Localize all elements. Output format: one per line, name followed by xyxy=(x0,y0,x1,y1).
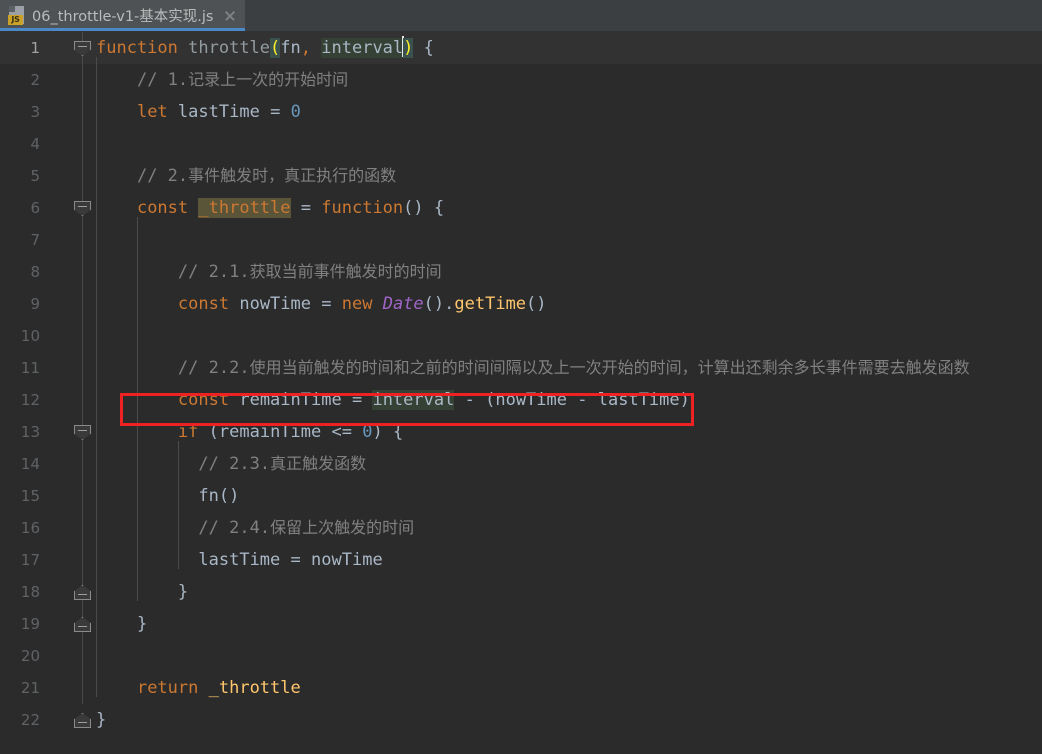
line-number: 2 xyxy=(30,71,40,89)
line-number: 16 xyxy=(20,519,40,537)
code-text-line-12: const remainTime = interval - (nowTime -… xyxy=(96,377,690,416)
gutter-guide xyxy=(82,224,83,256)
fold-marker-end-icon[interactable] xyxy=(74,585,91,600)
line-number: 3 xyxy=(30,103,40,121)
code-text-line-5: // 2.事件触发时，真正执行的函数 xyxy=(96,153,396,192)
code-line-8[interactable]: 8 // 2.1.获取当前事件触发时的时间 xyxy=(0,249,1042,288)
gutter-guide xyxy=(82,128,83,160)
gutter-guide xyxy=(82,96,83,128)
line-number: 12 xyxy=(20,391,40,409)
code-line-2[interactable]: 2 // 1.记录上一次的开始时间 xyxy=(0,57,1042,96)
code-line-13[interactable]: 13 if (remainTime <= 0) { xyxy=(0,409,1042,448)
code-text-line-19: } xyxy=(96,601,147,640)
gutter-guide xyxy=(82,512,83,544)
code-text-line-16: // 2.4.保留上次触发的时间 xyxy=(96,505,414,544)
code-line-5[interactable]: 5 // 2.事件触发时，真正执行的函数 xyxy=(0,153,1042,192)
code-text-line-3: let lastTime = 0 xyxy=(96,89,301,128)
gutter-guide xyxy=(82,64,83,96)
code-text-line-22: } xyxy=(96,710,107,730)
editor-tab-bar: JS 06_throttle-v1-基本实现.js xyxy=(0,0,1042,32)
code-line-17[interactable]: 17 lastTime = nowTime xyxy=(0,537,1042,576)
code-line-20[interactable]: 20 xyxy=(0,633,1042,672)
code-line-18[interactable]: 18 } xyxy=(0,569,1042,608)
gutter-guide xyxy=(82,448,83,480)
gutter-guide xyxy=(82,480,83,512)
code-line-15[interactable]: 15 fn() xyxy=(0,473,1042,512)
code-line-12[interactable]: 12 const remainTime = interval - (nowTim… xyxy=(0,377,1042,416)
code-text-line-8: // 2.1.获取当前事件触发时的时间 xyxy=(96,249,442,288)
line-number: 17 xyxy=(20,551,40,569)
line-number: 14 xyxy=(20,455,40,473)
gutter-guide xyxy=(82,544,83,576)
code-line-7[interactable]: 7 xyxy=(0,217,1042,256)
line-number: 21 xyxy=(20,679,40,697)
line-number: 18 xyxy=(20,583,40,601)
code-text-line-20 xyxy=(96,633,137,672)
code-line-6[interactable]: 6 const _throttle = function() { xyxy=(0,185,1042,224)
code-line-3[interactable]: 3 let lastTime = 0 xyxy=(0,89,1042,128)
code-text-line-11: // 2.2.使用当前触发的时间和之前的时间间隔以及上一次开始的时间，计算出还剩… xyxy=(96,345,970,384)
code-text-line-6: const _throttle = function() { xyxy=(96,185,444,224)
tab-title: 06_throttle-v1-基本实现.js xyxy=(32,9,214,25)
code-text-line-13: if (remainTime <= 0) { xyxy=(96,409,403,448)
fold-marker-collapse-icon[interactable] xyxy=(74,41,91,56)
line-number: 4 xyxy=(30,135,40,153)
line-number: 1 xyxy=(30,39,40,57)
line-number: 19 xyxy=(20,615,40,633)
line-number: 20 xyxy=(20,647,40,665)
code-text-line-9: const nowTime = new Date().getTime() xyxy=(96,281,547,320)
code-text-line-21: return _throttle xyxy=(96,665,301,704)
tab-06-throttle-v1[interactable]: JS 06_throttle-v1-基本实现.js xyxy=(0,0,246,31)
gutter-guide xyxy=(82,256,83,288)
line-number: 7 xyxy=(30,231,40,249)
gutter-guide xyxy=(82,160,83,192)
code-line-9[interactable]: 9 const nowTime = new Date().getTime() xyxy=(0,281,1042,320)
fold-marker-end-icon[interactable] xyxy=(74,617,91,632)
line-number: 9 xyxy=(30,295,40,313)
js-file-icon: JS xyxy=(8,6,25,25)
gutter-guide xyxy=(82,640,83,672)
code-line-11[interactable]: 11 // 2.2.使用当前触发的时间和之前的时间间隔以及上一次开始的时间，计算… xyxy=(0,345,1042,384)
line-number: 6 xyxy=(30,199,40,217)
code-text-line-15: fn() xyxy=(96,473,239,512)
fold-marker-end-icon[interactable] xyxy=(74,713,91,728)
line-number: 11 xyxy=(20,359,40,377)
code-text-line-17: lastTime = nowTime xyxy=(96,537,383,576)
js-file-icon-label: JS xyxy=(8,15,23,25)
line-number: 5 xyxy=(30,167,40,185)
code-line-19[interactable]: 19 } xyxy=(0,601,1042,640)
line-number: 13 xyxy=(20,423,40,441)
code-text-line-2: // 1.记录上一次的开始时间 xyxy=(96,57,348,96)
line-number: 22 xyxy=(20,711,40,729)
gutter-guide xyxy=(82,320,83,352)
close-icon[interactable] xyxy=(223,9,237,23)
code-text-line-18: } xyxy=(96,569,188,608)
code-line-14[interactable]: 14 // 2.3.真正触发函数 xyxy=(0,441,1042,480)
fold-marker-collapse-icon[interactable] xyxy=(74,201,91,216)
fold-marker-collapse-icon[interactable] xyxy=(74,425,91,440)
gutter-guide xyxy=(82,672,83,704)
line-number: 8 xyxy=(30,263,40,281)
code-line-1[interactable]: 1 function throttle(fn, interval) { xyxy=(0,32,1042,64)
code-editor[interactable]: 1 function throttle(fn, interval) { 2 //… xyxy=(0,32,1042,754)
line-number: 10 xyxy=(20,327,40,345)
gutter-guide xyxy=(82,384,83,416)
code-line-4[interactable]: 4 xyxy=(0,121,1042,160)
code-line-22[interactable]: 22 } xyxy=(0,704,1042,736)
code-line-21[interactable]: 21 return _throttle xyxy=(0,665,1042,704)
code-text-line-1: function throttle(fn, interval) { xyxy=(96,36,434,58)
code-text-line-4 xyxy=(96,121,137,160)
line-number: 15 xyxy=(20,487,40,505)
code-line-10[interactable]: 10 xyxy=(0,313,1042,352)
code-line-16[interactable]: 16 // 2.4.保留上次触发的时间 xyxy=(0,505,1042,544)
gutter-guide xyxy=(82,288,83,320)
gutter-guide xyxy=(82,352,83,384)
